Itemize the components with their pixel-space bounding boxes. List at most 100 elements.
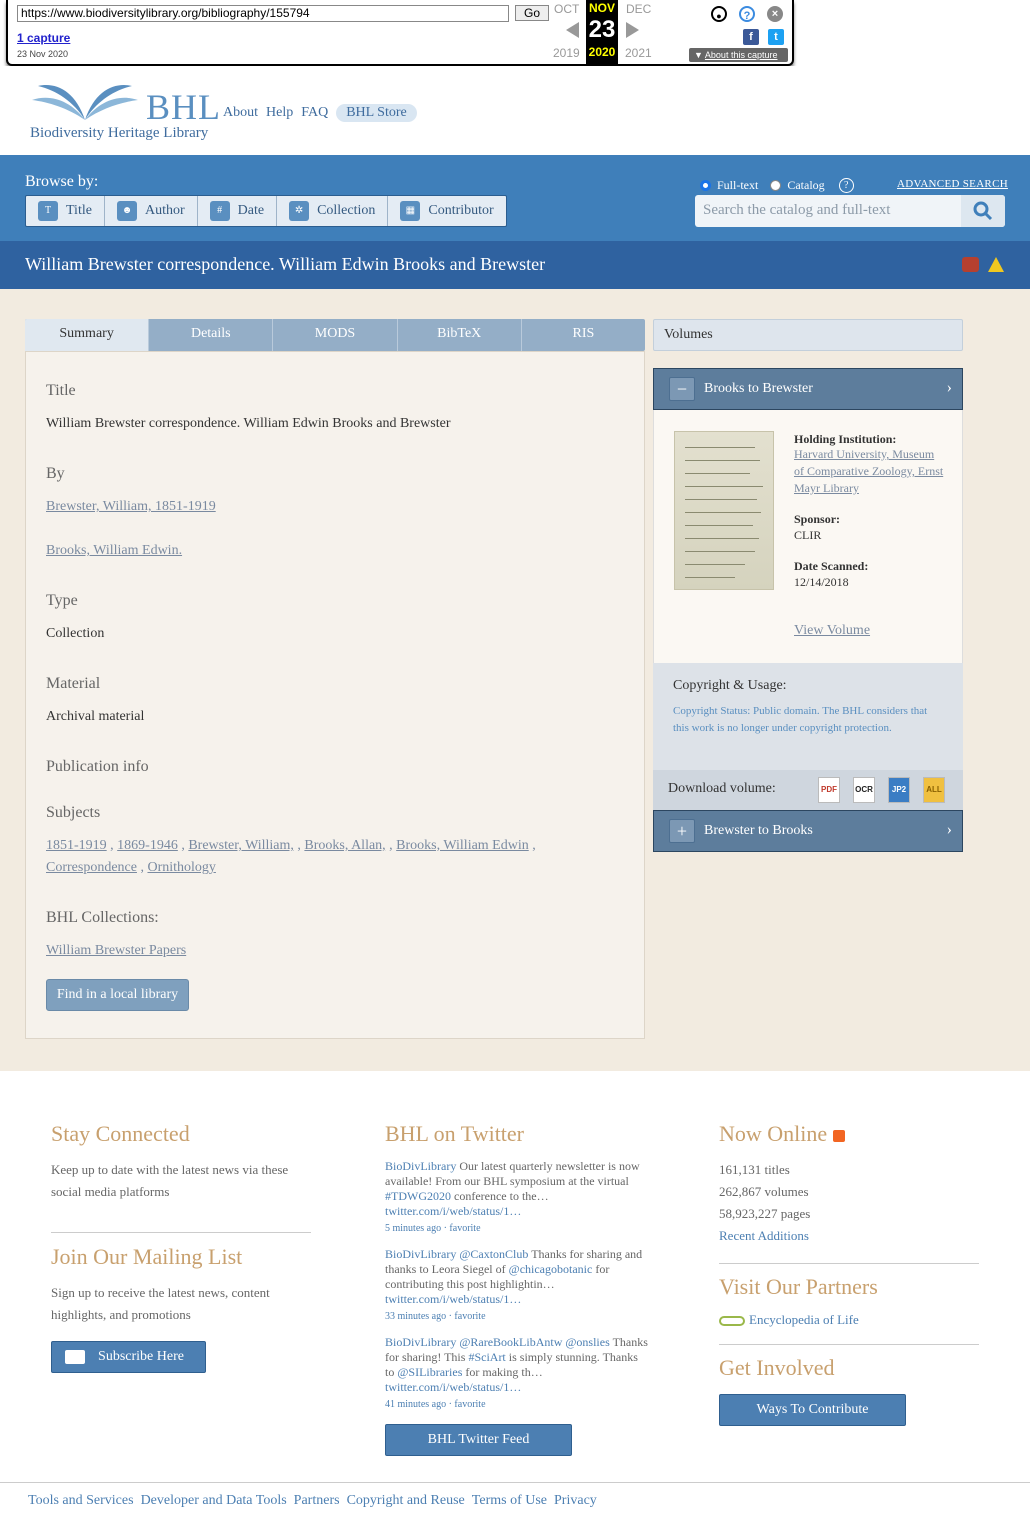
all-download-icon[interactable]: ALL	[923, 777, 945, 803]
tab-ris[interactable]: RIS	[522, 319, 645, 351]
chevron-right-icon[interactable]: ›	[947, 379, 952, 397]
subscribe-button[interactable]: Subscribe Here	[51, 1341, 206, 1373]
tweet-mention[interactable]: @CaxtonClub	[459, 1247, 528, 1261]
nav-help[interactable]: Help	[266, 105, 293, 121]
tweet-mention[interactable]: @SILibraries	[397, 1365, 462, 1379]
link-tools[interactable]: Tools and Services	[28, 1493, 134, 1509]
link-privacy[interactable]: Privacy	[554, 1493, 597, 1509]
tweet-time[interactable]: 41 minutes ago · favorite	[385, 1397, 650, 1412]
volume-thumbnail[interactable]	[674, 431, 774, 590]
wayback-captures-link[interactable]: 1 capture	[17, 31, 70, 45]
search-box[interactable]: Search the catalog and full-text	[695, 195, 1005, 227]
wayback-prev-arrow-icon[interactable]	[566, 22, 579, 38]
browse-date-button[interactable]: # Date	[198, 196, 278, 226]
link-developer[interactable]: Developer and Data Tools	[141, 1493, 287, 1509]
twitter-feed-button[interactable]: BHL Twitter Feed	[385, 1424, 572, 1456]
wayback-next-arrow-icon[interactable]	[626, 22, 639, 38]
bhl-book-logo-icon[interactable]	[30, 80, 140, 124]
people-icon[interactable]	[962, 257, 979, 272]
wayback-next-month[interactable]: DEC	[626, 2, 651, 16]
nav-faq[interactable]: FAQ	[301, 105, 328, 121]
rss-icon[interactable]	[832, 1129, 845, 1142]
volume-row-brooks-to-brewster[interactable]: − Brooks to Brewster ›	[653, 368, 963, 410]
search-help-icon[interactable]: ?	[838, 178, 854, 193]
user-icon[interactable]: ●	[711, 6, 727, 22]
wayback-url-input[interactable]: https://www.biodiversitylibrary.org/bibl…	[17, 5, 509, 22]
tweet-author[interactable]: BioDivLibrary	[385, 1247, 456, 1261]
advanced-search-link[interactable]: ADVANCED SEARCH	[897, 178, 1008, 190]
tab-summary[interactable]: Summary	[25, 319, 150, 351]
catalog-radio[interactable]	[770, 180, 782, 191]
mailing-list-text: Sign up to receive the latest news, cont…	[51, 1285, 270, 1322]
tweet-author[interactable]: BioDivLibrary	[385, 1159, 456, 1173]
logo-text[interactable]: BHL	[146, 86, 221, 128]
link-terms[interactable]: Terms of Use	[472, 1493, 547, 1509]
browse-collection-button[interactable]: ✲ Collection	[277, 196, 389, 226]
author-link-brewster[interactable]: Brewster, William, 1851-1919	[46, 499, 216, 515]
holding-link[interactable]: Harvard University, Museum of Comparativ…	[794, 446, 944, 497]
search-input[interactable]: Search the catalog and full-text	[703, 202, 890, 219]
tab-details[interactable]: Details	[149, 319, 274, 351]
search-button[interactable]	[961, 195, 1005, 227]
expand-icon[interactable]: +	[669, 819, 695, 843]
ocr-download-icon[interactable]: OCR	[853, 777, 875, 803]
tweet-link[interactable]: twitter.com/i/web/status/1…	[385, 1380, 521, 1394]
collection-link[interactable]: William Brewster Papers	[46, 943, 186, 959]
author-link-brooks[interactable]: Brooks, William Edwin.	[46, 543, 182, 559]
tab-bibtex[interactable]: BibTeX	[398, 319, 522, 351]
facebook-icon[interactable]: f	[743, 29, 759, 45]
view-volume-link[interactable]: View Volume	[794, 623, 870, 639]
recent-additions-link[interactable]: Recent Additions	[719, 1225, 809, 1247]
wayback-about-capture[interactable]: ▼ About this capture	[689, 48, 788, 62]
subject-link[interactable]: Brewster, William,	[188, 838, 294, 853]
subject-link[interactable]: Correspondence	[46, 860, 137, 875]
browse-contributor-button[interactable]: ▦ Contributor	[388, 196, 505, 226]
link-partners[interactable]: Partners	[294, 1493, 340, 1509]
tweet-mention[interactable]: @chicagobotanic	[509, 1262, 593, 1276]
close-icon[interactable]: ×	[767, 6, 783, 22]
tweet-link[interactable]: twitter.com/i/web/status/1…	[385, 1292, 521, 1306]
tweet-time[interactable]: 5 minutes ago · favorite	[385, 1221, 650, 1236]
volume-title[interactable]: Brewster to Brooks	[704, 823, 813, 839]
eol-link[interactable]: Encyclopedia of Life	[719, 1309, 859, 1331]
pdf-download-icon[interactable]: PDF	[818, 777, 840, 803]
wayback-go-button[interactable]: Go	[515, 5, 549, 21]
browse-author-button[interactable]: ☻ Author	[105, 196, 198, 226]
volume-title[interactable]: Brooks to Brewster	[704, 381, 813, 397]
subject-link[interactable]: 1851-1919	[46, 838, 107, 853]
subject-link[interactable]: Ornithology	[147, 860, 215, 875]
nav-about[interactable]: About	[223, 105, 258, 121]
tweet-author[interactable]: BioDivLibrary	[385, 1335, 456, 1349]
tweet-hashtag[interactable]: #SciArt	[468, 1350, 505, 1364]
nav-bhl-store[interactable]: BHL Store	[336, 104, 417, 122]
find-in-library-button[interactable]: Find in a local library	[46, 979, 189, 1011]
chevron-right-icon[interactable]: ›	[947, 821, 952, 839]
tweet-mention[interactable]: @RareBookLibAntw	[459, 1335, 562, 1349]
tweet-link[interactable]: twitter.com/i/web/status/1…	[385, 1204, 521, 1218]
collapse-icon[interactable]: −	[669, 377, 695, 401]
tweet-mention[interactable]: @onslies	[565, 1335, 609, 1349]
link-copyright[interactable]: Copyright and Reuse	[347, 1493, 465, 1509]
bottom-links: Tools and Services Developer and Data To…	[0, 1482, 1030, 1519]
browse-title-button[interactable]: T Title	[26, 196, 105, 226]
tweet-hashtag[interactable]: #TDWG2020	[385, 1189, 451, 1203]
wayback-prev-month[interactable]: OCT	[554, 2, 579, 16]
fulltext-radio[interactable]	[700, 180, 711, 191]
volume-row-brewster-to-brooks[interactable]: + Brewster to Brooks ›	[653, 810, 963, 852]
warning-icon[interactable]	[988, 257, 1004, 272]
ways-to-contribute-button[interactable]: Ways To Contribute	[719, 1394, 906, 1426]
wayback-next-year[interactable]: 2021	[625, 46, 652, 60]
tweet-text: conference to the…	[454, 1189, 549, 1203]
subject-link[interactable]: Brooks, William Edwin	[396, 838, 529, 853]
subject-link[interactable]: 1869-1946	[117, 838, 178, 853]
tweet-time[interactable]: 33 minutes ago · favorite	[385, 1309, 650, 1324]
mailing-list-heading: Join Our Mailing List	[51, 1244, 243, 1269]
logo-subtitle[interactable]: Biodiversity Heritage Library	[30, 125, 208, 142]
tab-mods[interactable]: MODS	[273, 319, 398, 351]
twitter-icon[interactable]: t	[768, 29, 784, 45]
jp2-download-icon[interactable]: JP2	[888, 777, 910, 803]
stat-volumes: 262,867 volumes	[719, 1184, 809, 1199]
wayback-prev-year[interactable]: 2019	[553, 46, 580, 60]
help-icon[interactable]: ?	[739, 6, 755, 22]
subject-link[interactable]: Brooks, Allan,	[304, 838, 385, 853]
